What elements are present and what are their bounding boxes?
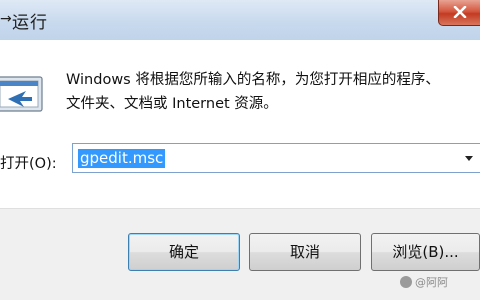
dropdown-arrow-icon[interactable] [465,156,473,161]
ok-button[interactable]: 确定 [128,233,240,271]
title-bar[interactable]: → 运行 [0,0,480,40]
run-dialog: → 运行 Windows 将根据您所输入的名称，为您打开相应的程序、 文件夹、文… [0,0,480,300]
watermark-text: @阿阿 [415,276,448,289]
cancel-button[interactable]: 取消 [249,233,361,271]
run-program-icon [0,76,43,112]
browse-button[interactable]: 浏览(B)... [371,233,480,271]
open-combobox[interactable]: gpedit.msc [72,143,480,173]
open-label: 打开(O): [0,156,57,172]
close-icon [453,6,467,18]
watermark: @阿阿 [400,274,448,290]
app-icon: → [0,11,12,27]
divider [0,208,480,209]
description-line-2: 文件夹、文档或 Internet 资源。 [66,96,278,112]
window-title: 运行 [12,13,48,33]
close-button[interactable] [438,0,480,26]
watermark-logo-icon [400,276,412,288]
dialog-content: Windows 将根据您所输入的名称，为您打开相应的程序、 文件夹、文档或 In… [0,40,480,208]
description: Windows 将根据您所输入的名称，为您打开相应的程序、 文件夹、文档或 In… [66,68,440,116]
description-line-1: Windows 将根据您所输入的名称，为您打开相应的程序、 [66,72,440,88]
open-input[interactable]: gpedit.msc [78,149,166,168]
